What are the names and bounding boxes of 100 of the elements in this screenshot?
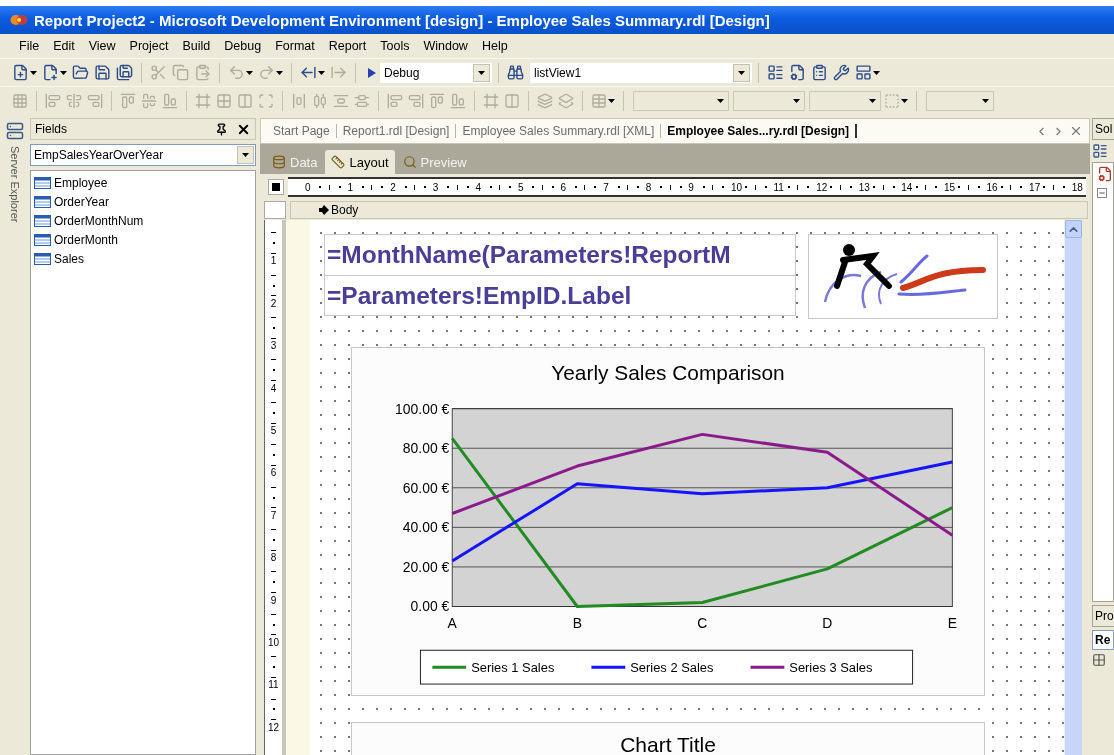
caret-icon — [901, 98, 908, 103]
menu-item[interactable]: Help — [474, 39, 515, 53]
ruler-number: 7 — [270, 509, 277, 521]
menu-item[interactable]: Format — [268, 39, 322, 53]
ruler-number: 6 — [270, 467, 277, 479]
y-axis-label: 80.00 € — [402, 440, 450, 457]
toolbar-button[interactable] — [92, 62, 113, 83]
document-tab[interactable]: Start Page — [267, 124, 337, 138]
x-axis-label: D — [822, 615, 833, 632]
ruler-number: 5 — [517, 181, 524, 193]
ruler-number: 14 — [901, 181, 913, 193]
ruler-number: 4 — [475, 181, 481, 193]
startup-object-dropdown[interactable]: listView1 — [530, 62, 752, 83]
find-button[interactable] — [505, 62, 526, 83]
menu-item[interactable]: Tools — [373, 39, 417, 53]
toolbar-icon[interactable] — [1092, 143, 1108, 159]
ruler-number: 3 — [432, 181, 439, 193]
view-tab[interactable]: Layout — [325, 150, 395, 174]
undo-icon — [228, 64, 245, 81]
x-axis-label: C — [697, 615, 708, 632]
ruler-number: 15 — [943, 181, 956, 193]
ruler-number: 8 — [645, 181, 652, 193]
expression-text: =Parameters!EmpID.Label — [325, 275, 795, 315]
border-icon — [884, 92, 900, 109]
align-top-icon — [429, 92, 445, 109]
caret-icon — [738, 70, 745, 75]
field-item[interactable]: Sales — [54, 252, 85, 266]
caret-icon — [982, 98, 989, 103]
menu-item[interactable]: Edit — [46, 39, 82, 53]
ruler-number: 2 — [390, 181, 396, 193]
ruler-number: 10 — [267, 636, 280, 648]
save-icon — [94, 64, 111, 81]
ruler-number: 13 — [858, 181, 870, 193]
document-tab[interactable]: Employee Sales...ry.rdl [Design] — [661, 124, 858, 138]
menu-item[interactable]: Debug — [217, 39, 269, 53]
frame-icon — [195, 92, 211, 109]
object-dropdown[interactable]: Re — [1092, 630, 1114, 650]
grid-icon — [216, 92, 232, 109]
ruler-number: 0 — [305, 181, 311, 193]
copy-icon — [172, 64, 189, 81]
field-item[interactable]: Employee — [54, 176, 108, 190]
menu-item[interactable]: Build — [175, 39, 218, 53]
align-right-icon — [408, 92, 424, 109]
caret-icon — [276, 70, 283, 75]
columns-icon — [504, 92, 520, 109]
new-file-icon — [12, 64, 29, 81]
ruler-number: 17 — [1029, 181, 1041, 193]
caret-icon — [793, 98, 800, 103]
toolbar-button[interactable] — [765, 62, 786, 83]
legend-line-icon — [591, 665, 626, 669]
ruler-number: 10 — [730, 181, 743, 193]
field-item[interactable]: OrderMonthNum — [54, 214, 144, 228]
app-logo-icon — [10, 13, 28, 27]
vertical-scrollbar[interactable] — [1064, 220, 1082, 755]
collapse-icon[interactable] — [1097, 188, 1107, 198]
distribute-icon — [354, 92, 370, 109]
align-left-icon — [45, 92, 61, 109]
scan-frame-icon — [258, 92, 274, 109]
toolbar-button[interactable] — [853, 62, 882, 83]
field-item[interactable]: OrderYear — [54, 195, 109, 209]
window-list-icon — [767, 64, 784, 81]
align-right-icon — [87, 92, 103, 109]
ruler-number: 4 — [270, 382, 277, 394]
properties-tab[interactable]: Pro — [1092, 605, 1114, 627]
toolbar-button[interactable] — [831, 62, 852, 83]
distribute-icon — [312, 92, 328, 109]
configuration-dropdown[interactable]: Debug — [380, 62, 492, 83]
y-axis-label: 60.00 € — [402, 479, 450, 496]
document-tab[interactable]: Employee Sales Summary.rdl [XML] — [456, 124, 662, 138]
ruler-number: 18 — [1071, 181, 1083, 193]
toolbar-button[interactable] — [114, 62, 135, 83]
ruler-number: 16 — [986, 181, 998, 193]
menu-item[interactable]: Project — [122, 39, 176, 53]
grid-icon[interactable] — [1092, 653, 1106, 667]
server-icon — [6, 122, 24, 140]
align-bottom-icon — [450, 92, 466, 109]
spacing-icon — [291, 92, 307, 109]
ruler-number: 3 — [270, 340, 277, 352]
ruler-number: 1 — [347, 181, 354, 193]
dataset-dropdown[interactable]: EmpSalesYearOverYear — [30, 144, 256, 166]
caret-icon — [60, 70, 67, 75]
menu-item[interactable]: Report — [321, 39, 374, 53]
scroll-up-button[interactable] — [1065, 220, 1082, 238]
search-icon — [402, 155, 417, 169]
add-file-icon — [42, 64, 59, 81]
align-left-icon — [387, 92, 403, 109]
legend-line-icon — [750, 665, 785, 669]
document-tab[interactable]: Report1.rdl [Design] — [336, 124, 457, 138]
legend-label: Series 1 Sales — [471, 660, 555, 676]
tools-icon — [833, 64, 850, 81]
server-explorer-tab[interactable]: Server Explorer — [9, 146, 21, 223]
table-icon — [34, 177, 51, 189]
pin-icon[interactable] — [215, 122, 228, 136]
caret-icon — [873, 70, 880, 75]
align-middle-icon — [141, 92, 157, 109]
menu-item[interactable]: Window — [416, 39, 475, 53]
solution-tab[interactable]: Sol — [1092, 118, 1114, 140]
menu-item[interactable]: File — [12, 39, 47, 53]
field-item[interactable]: OrderMonth — [54, 233, 119, 247]
menu-item[interactable]: View — [81, 39, 123, 53]
